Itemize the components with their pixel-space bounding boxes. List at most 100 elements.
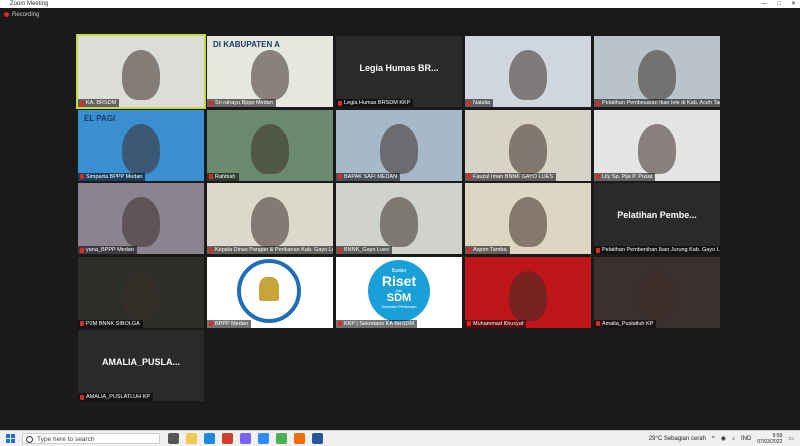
participant-name-label: Lily Sp. Pija P. Pusat [594, 172, 656, 181]
participant-name-label: Amalia_Puslatluh KP [594, 319, 657, 328]
participant-silhouette [251, 197, 289, 247]
participant-name-label: KA. BRSDM [78, 99, 120, 107]
participant-silhouette [509, 197, 547, 247]
maximize-button[interactable]: □ [777, 0, 781, 8]
task-view-icon[interactable] [168, 433, 179, 444]
window-title: Zoom Meeting [10, 1, 49, 7]
mic-muted-icon [467, 174, 471, 179]
participant-display-name: AMALIA_PUSLA... [101, 357, 180, 367]
participant-name: KKP | Sekretaris KA BRSDM [344, 320, 415, 327]
participant-tile[interactable]: DI KABUPATEN A Sri rahayu Bppp Medan [207, 36, 333, 107]
participant-name-label: Muhammad Khusyaf [465, 319, 527, 328]
participant-tile[interactable]: BNNK_Gayo Lues [336, 183, 462, 254]
participant-name: Fauzul Iman BNNK GAYO LUES [473, 173, 553, 180]
mic-muted-icon [209, 100, 213, 106]
mic-muted-icon [80, 174, 84, 179]
participant-silhouette [509, 270, 547, 321]
mic-muted-icon [467, 247, 471, 253]
participant-tile[interactable]: AMALIA_PUSLA... AMALIA_PUSLATLUH KP [78, 330, 204, 401]
participant-name-label: BPPP Medan [207, 319, 251, 328]
participant-name: P2M BNNK SIBOLGA [86, 320, 140, 327]
participant-silhouette [122, 50, 160, 100]
minimize-button[interactable]: — [761, 0, 767, 8]
mic-muted-icon [596, 321, 600, 326]
mic-muted-icon [596, 100, 600, 106]
edge-icon[interactable] [204, 433, 215, 444]
participant-tile[interactable]: Rahbiah [207, 109, 333, 181]
volume-icon[interactable]: ♪ [732, 436, 735, 442]
windows-start-icon[interactable] [6, 434, 15, 443]
participant-tile[interactable]: BAPAK SAFI MEDAN [336, 109, 462, 181]
participant-tile[interactable]: yana_BPPP Medan [78, 183, 204, 254]
participant-display-name: Pelatihan Pembe... [617, 210, 697, 220]
zoom-icon[interactable] [258, 433, 269, 444]
participant-name: Legia Humas BRSDM KKP [344, 100, 411, 106]
search-icon [26, 436, 33, 443]
close-button[interactable]: ✕ [791, 0, 796, 8]
participant-silhouette [380, 197, 418, 247]
word-icon[interactable] [312, 433, 323, 444]
participant-name-label: BAPAK SAFI MEDAN [336, 172, 401, 181]
office-icon[interactable] [222, 433, 233, 444]
participant-tile[interactable]: Amalia_Puslatluh KP [594, 256, 720, 328]
participant-silhouette [122, 197, 160, 247]
chrome-icon[interactable] [276, 433, 287, 444]
participant-name: yana_BPPP Medan [86, 247, 134, 253]
participant-silhouette [122, 270, 160, 321]
participant-name: Amalia_Puslatluh KP [602, 320, 654, 327]
participant-tile[interactable]: Badan Riset dan SDM Kelautan Perikanan KKP | … [336, 256, 462, 328]
recording-indicator[interactable]: Recording [4, 10, 39, 19]
recording-icon [4, 12, 9, 17]
weather-widget[interactable]: 29°C Sebagian cerah [649, 436, 706, 442]
store-icon[interactable] [240, 433, 251, 444]
clock-date: 07/03/2022 [757, 438, 783, 445]
taskbar-search-input[interactable]: Type here to search [22, 433, 160, 444]
participant-tile[interactable]: KA. BRSDM [76, 34, 206, 109]
participant-tile[interactable]: Fauzul Iman BNNK GAYO LUES [465, 109, 591, 181]
participant-tile[interactable]: Pelatihan Pembe... Pelatihan Pembenihan I… [594, 183, 720, 254]
participant-name-label: Sri rahayu Bppp Medan [207, 99, 276, 107]
participant-tile[interactable]: P2M BNNK SIBOLGA [78, 256, 204, 328]
mic-muted-icon [80, 321, 84, 326]
participant-tile[interactable]: Natalia [465, 36, 591, 107]
notification-icon[interactable]: ▭ [788, 435, 794, 442]
participant-name-label: Natalia [465, 99, 494, 107]
video-overlay-text: EL PAGI [84, 113, 116, 123]
window-controls: — □ ✕ [761, 0, 796, 8]
language-indicator[interactable]: IND [741, 436, 751, 442]
participant-tile[interactable]: Kepala Dinas Pangan & Perikanan Kab. Gay… [207, 183, 333, 254]
participant-tile[interactable]: Muhammad Khusyaf [465, 256, 591, 328]
participant-silhouette [251, 50, 289, 100]
participant-name: Natalia [473, 100, 491, 106]
participant-name: Muhammad Khusyaf [473, 320, 524, 327]
participant-tile[interactable]: EL PAGI Simparta BPPP Medan [78, 109, 204, 181]
participant-tile[interactable]: Legia Humas BR... Legia Humas BRSDM KKP [336, 36, 462, 107]
participant-name: BAPAK SAFI MEDAN [344, 173, 398, 180]
participant-name: KA. BRSDM [86, 100, 117, 106]
riset-sdm-logo-icon: Badan Riset dan SDM Kelautan Perikanan [368, 259, 430, 322]
participant-tile[interactable]: Pelatihan Pembesaran Ikan lele di Kab. A… [594, 36, 720, 107]
participant-name-label: P2M BNNK SIBOLGA [78, 319, 143, 328]
participant-name: BPPP Medan [215, 320, 248, 327]
mic-muted-icon [209, 247, 213, 253]
mic-muted-icon [596, 247, 600, 253]
taskbar-clock[interactable]: 9:59 07/03/2022 [757, 433, 782, 445]
participant-name-label: AMALIA_PUSLATLUH KP [78, 393, 154, 401]
participant-name-label: Legia Humas BRSDM KKP [336, 99, 414, 107]
mic-muted-icon [596, 174, 600, 179]
recording-label: Recording [12, 11, 40, 18]
participant-name: Kepala Dinas Pangan & Perikanan Kab. Gay… [215, 247, 333, 253]
participant-name: AMALIA_PUSLATLUH KP [86, 394, 151, 400]
tray-arrow-icon[interactable]: ^ [712, 436, 715, 442]
app-icon[interactable] [294, 433, 305, 444]
participant-tile[interactable]: Asprin Tamba [465, 183, 591, 254]
mic-muted-icon [338, 174, 342, 179]
mic-muted-icon [80, 394, 84, 400]
participant-tile[interactable]: Lily Sp. Pija P. Pusat [594, 109, 720, 181]
file-explorer-icon[interactable] [186, 433, 197, 444]
search-placeholder: Type here to search [37, 436, 95, 443]
participant-display-name: Legia Humas BR... [359, 63, 439, 73]
network-icon[interactable]: ◉ [721, 435, 726, 442]
participant-silhouette [251, 123, 289, 174]
participant-tile[interactable]: BPPP Medan [207, 256, 333, 328]
